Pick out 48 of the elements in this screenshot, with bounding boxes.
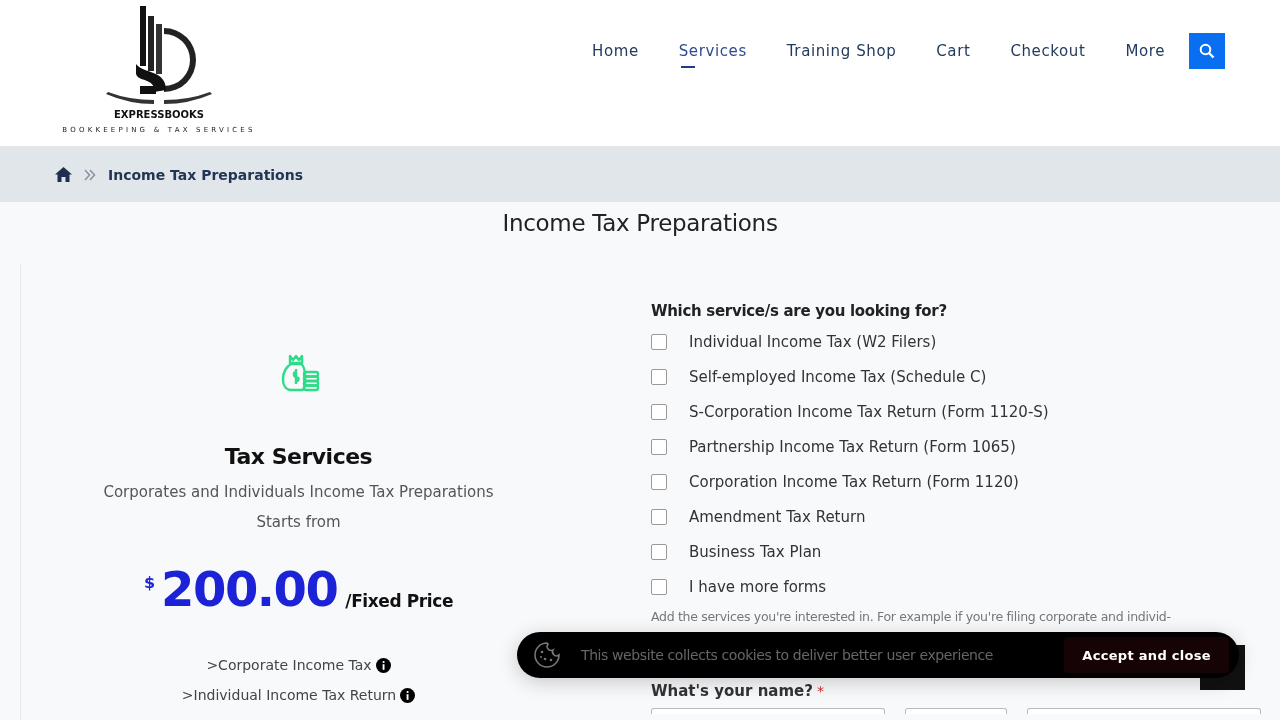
field-label: What's your name? <box>651 682 813 700</box>
checkbox-label[interactable]: Self-employed Income Tax (Schedule C) <box>689 368 987 386</box>
info-icon[interactable] <box>400 687 416 703</box>
currency-symbol: $ <box>143 573 156 592</box>
nav-link[interactable]: Home <box>592 36 639 72</box>
breadcrumb-current: Income Tax Preparations <box>108 166 304 183</box>
cookie-message: This website collects cookies to deliver better user experience <box>581 647 994 663</box>
checkbox-label[interactable]: Corporation Income Tax Return (Form 1120) <box>689 473 1019 491</box>
feature-item: >Individual Income Tax Return <box>181 687 397 703</box>
first-name-field[interactable] <box>651 708 885 714</box>
nav-link[interactable]: Training Shop <box>786 36 897 72</box>
search-button[interactable] <box>1189 33 1225 69</box>
required-mark: * <box>816 683 824 699</box>
page-title: Income Tax Preparations <box>502 210 778 236</box>
last-name-field[interactable] <box>1027 708 1261 714</box>
feature-item: >Corporate Income Tax <box>206 657 372 673</box>
home-icon[interactable] <box>55 167 72 182</box>
checkbox-label[interactable]: S-Corporation Income Tax Return (Form 1120-S) <box>689 403 1049 421</box>
logo-name: EXPRESSBOOKS <box>114 109 204 120</box>
starts-from-label: Starts from <box>256 513 341 531</box>
card-title: Tax Services <box>224 444 373 469</box>
info-icon[interactable] <box>375 657 391 673</box>
accept-button[interactable]: Accept and close <box>1064 637 1229 673</box>
checkbox-label[interactable]: Partnership Income Tax Return (Form 1065) <box>689 438 1016 456</box>
checkbox-label[interactable]: Amendment Tax Return <box>689 508 866 526</box>
checkbox[interactable] <box>651 404 667 420</box>
form-question: Which service/s are you looking for? <box>651 302 947 320</box>
checkbox[interactable] <box>651 369 667 385</box>
price: 200.00 <box>161 565 338 613</box>
checkbox[interactable] <box>651 334 667 350</box>
price-unit: /Fixed Price <box>345 591 454 611</box>
field-hint: Add the services you're interested in. For example if you're filing corporate and individ- <box>651 609 1172 624</box>
checkbox[interactable] <box>651 439 667 455</box>
checkbox-label[interactable]: I have more forms <box>689 578 827 596</box>
nav-link[interactable]: Cart <box>936 36 971 72</box>
search-icon <box>1199 43 1215 59</box>
middle-name-field[interactable] <box>905 708 1007 714</box>
nav-link[interactable]: More <box>1125 36 1165 72</box>
chevrons-icon <box>84 168 96 181</box>
checkbox-label[interactable]: Individual Income Tax (W2 Filers) <box>689 333 937 351</box>
checkbox[interactable] <box>651 544 667 560</box>
checkbox[interactable] <box>651 474 667 490</box>
cookie-icon <box>533 641 561 669</box>
checkbox[interactable] <box>651 509 667 525</box>
checkbox-label[interactable]: Business Tax Plan <box>689 543 822 561</box>
card-description: Corporates and Individuals Income Tax Preparations <box>103 483 494 501</box>
nav-link[interactable]: Checkout <box>1010 36 1086 72</box>
checkbox[interactable] <box>651 579 667 595</box>
